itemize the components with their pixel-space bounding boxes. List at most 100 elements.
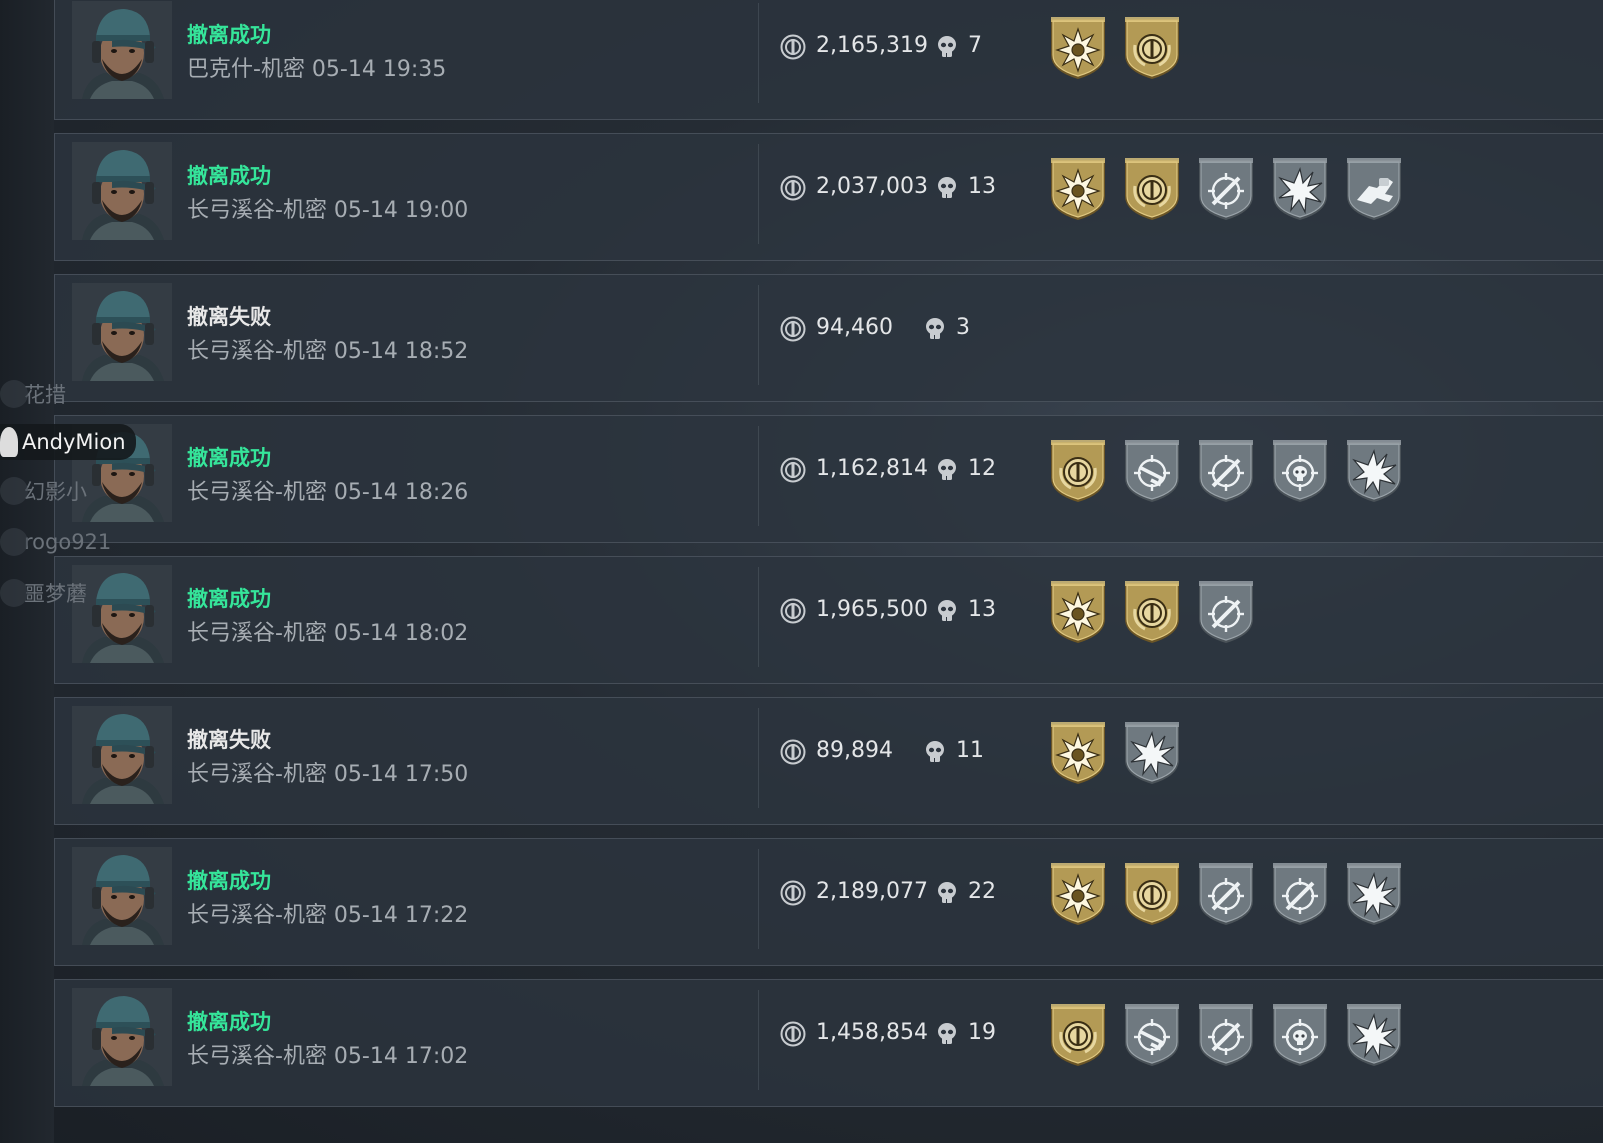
- achievement-badges: [1047, 861, 1417, 927]
- explosion-badge-icon[interactable]: [1343, 438, 1405, 504]
- skull-icon: [936, 35, 958, 59]
- kill-count: 13: [968, 597, 996, 622]
- operator-avatar: [72, 706, 172, 804]
- match-row[interactable]: 撤离失败长弓溪谷-机密 05-14 17:50 89,894 11: [54, 697, 1603, 825]
- crosshair-gun-badge-icon[interactable]: [1121, 1002, 1183, 1068]
- friend-avatar-icon: [0, 380, 28, 408]
- left-sidebar: [0, 0, 54, 1143]
- extracted-value: 1,458,854: [816, 1020, 928, 1045]
- kill-count: 13: [968, 174, 996, 199]
- coin-icon: [780, 316, 806, 342]
- kill-count: 7: [968, 33, 982, 58]
- skull-icon: [936, 881, 958, 905]
- skull-icon: [936, 176, 958, 200]
- match-map-time: 长弓溪谷-机密 05-14 17:50: [187, 762, 469, 787]
- friend-avatar-icon: [0, 477, 28, 505]
- coin-icon: [780, 175, 806, 201]
- extraction-status: 撤离成功: [187, 869, 271, 893]
- explosion-badge-icon[interactable]: [1121, 720, 1183, 786]
- coin-wreath-badge-icon[interactable]: [1121, 15, 1183, 81]
- match-row[interactable]: 撤离成功 长弓溪谷-机密 05-14 19:00 2,037,003 13: [54, 133, 1603, 261]
- extracted-value: 1,965,500: [816, 597, 928, 622]
- friend-avatar-icon: [0, 528, 28, 556]
- crosshair-skull-badge-icon[interactable]: [1269, 438, 1331, 504]
- extracted-value: 89,894: [816, 738, 893, 763]
- match-row[interactable]: 撤离成功 长弓溪谷-机密 05-14 17:22 2,189,077 22: [54, 838, 1603, 966]
- match-map-time: 长弓溪谷-机密 05-14 18:52: [187, 339, 469, 364]
- kill-count: 11: [956, 738, 984, 763]
- extracted-value: 2,037,003: [816, 174, 928, 199]
- row-divider: [758, 426, 759, 526]
- friend-item[interactable]: rogo921: [0, 524, 111, 560]
- crosshair-gun-badge-icon[interactable]: [1121, 438, 1183, 504]
- extraction-status: 撤离成功: [187, 164, 271, 188]
- friend-name: rogo921: [24, 530, 112, 554]
- crosshair-rifle-badge-icon[interactable]: [1195, 156, 1257, 222]
- burst-badge-icon[interactable]: [1047, 720, 1109, 786]
- kill-count: 12: [968, 456, 996, 481]
- coin-icon: [780, 34, 806, 60]
- coin-icon: [780, 598, 806, 624]
- skull-icon: [924, 740, 946, 764]
- achievement-badges: [1047, 15, 1195, 81]
- coin-wreath-badge-icon[interactable]: [1121, 861, 1183, 927]
- match-row[interactable]: 撤离成功 长弓溪谷-机密 05-14 17:02 1,458,854 19: [54, 979, 1603, 1107]
- crosshair-rifle-badge-icon[interactable]: [1269, 861, 1331, 927]
- skull-icon: [936, 599, 958, 623]
- friend-item[interactable]: 幻影小: [0, 473, 87, 509]
- coin-wreath-badge-icon[interactable]: [1047, 1002, 1109, 1068]
- row-divider: [758, 567, 759, 667]
- achievement-badges: [1047, 438, 1417, 504]
- kill-count: 22: [968, 879, 996, 904]
- friend-name: AndyMion: [22, 430, 126, 454]
- match-map-time: 长弓溪谷-机密 05-14 18:02: [187, 621, 469, 646]
- operator-avatar: [72, 988, 172, 1086]
- operator-avatar: [72, 565, 172, 663]
- friend-name: 噩梦蘑: [24, 582, 87, 606]
- kill-count: 3: [956, 315, 970, 340]
- crosshair-rifle-badge-icon[interactable]: [1195, 579, 1257, 645]
- achievement-badges: [1047, 579, 1269, 645]
- explosion-badge-icon[interactable]: [1269, 156, 1331, 222]
- burst-badge-icon[interactable]: [1047, 156, 1109, 222]
- match-row[interactable]: 撤离失败 长弓溪谷-机密 05-14 18:52 94,460 3: [54, 274, 1603, 402]
- coin-wreath-badge-icon[interactable]: [1121, 156, 1183, 222]
- skull-icon: [936, 458, 958, 482]
- burst-badge-icon[interactable]: [1047, 15, 1109, 81]
- operator-avatar: [72, 847, 172, 945]
- row-divider: [758, 285, 759, 385]
- burst-badge-icon[interactable]: [1047, 579, 1109, 645]
- crosshair-skull-badge-icon[interactable]: [1269, 1002, 1331, 1068]
- friend-item[interactable]: 花措: [0, 376, 66, 412]
- friend-item[interactable]: 噩梦蘑: [0, 575, 87, 611]
- explosion-badge-icon[interactable]: [1343, 861, 1405, 927]
- extraction-status: 撤离失败: [187, 728, 271, 752]
- coin-icon: [780, 880, 806, 906]
- crosshair-rifle-badge-icon[interactable]: [1195, 1002, 1257, 1068]
- coin-wreath-badge-icon[interactable]: [1121, 579, 1183, 645]
- friend-name: 花措: [24, 383, 66, 407]
- match-row[interactable]: 撤离成功 长弓溪谷-机密 05-14 18:02 1,965,500 13: [54, 556, 1603, 684]
- row-divider: [758, 708, 759, 808]
- operator-avatar: [72, 283, 172, 381]
- operator-avatar: [72, 1, 172, 99]
- carry-badge-icon[interactable]: [1343, 156, 1405, 222]
- match-map-time: 长弓溪谷-机密 05-14 17:02: [187, 1044, 469, 1069]
- row-divider: [758, 990, 759, 1090]
- coin-icon: [780, 739, 806, 765]
- friend-item[interactable]: AndyMion: [0, 424, 136, 460]
- extracted-value: 1,162,814: [816, 456, 928, 481]
- coin-icon: [780, 457, 806, 483]
- extracted-value: 94,460: [816, 315, 893, 340]
- crosshair-rifle-badge-icon[interactable]: [1195, 861, 1257, 927]
- burst-badge-icon[interactable]: [1047, 861, 1109, 927]
- extraction-status: 撤离成功: [187, 23, 271, 47]
- explosion-badge-icon[interactable]: [1343, 1002, 1405, 1068]
- match-row[interactable]: 撤离成功 长弓溪谷-机密 05-14 18:26 1,162,814 12: [54, 415, 1603, 543]
- coin-wreath-badge-icon[interactable]: [1047, 438, 1109, 504]
- crosshair-rifle-badge-icon[interactable]: [1195, 438, 1257, 504]
- skull-icon: [936, 1022, 958, 1046]
- row-divider: [758, 144, 759, 244]
- match-row[interactable]: 撤离成功 巴克什-机密 05-14 19:35 2,165,319 7: [54, 0, 1603, 120]
- match-map-time: 长弓溪谷-机密 05-14 17:22: [187, 903, 469, 928]
